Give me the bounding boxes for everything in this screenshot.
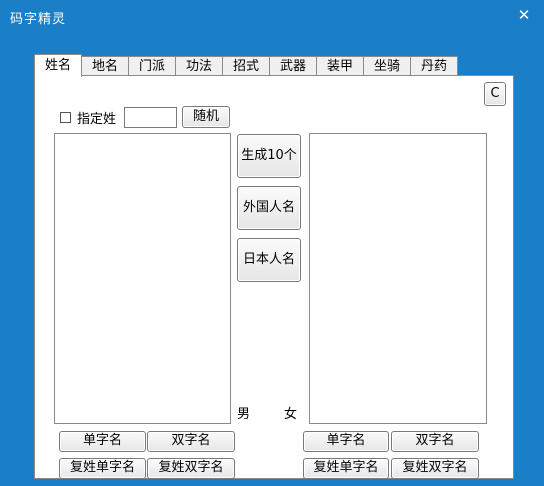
window-title: 码字精灵 (10, 12, 67, 27)
male-double-name-button[interactable]: 双字名 (147, 431, 235, 452)
tab-move[interactable]: 招式 (222, 56, 270, 77)
tab-bar: 姓名 地名 门派 功法 招式 武器 装甲 坐骑 丹药 (34, 54, 458, 77)
male-single-name-button[interactable]: 单字名 (59, 431, 146, 452)
surname-input[interactable] (124, 107, 177, 128)
tab-mount[interactable]: 坐骑 (363, 56, 411, 77)
surname-checkbox[interactable] (60, 112, 71, 123)
app-window: 码字精灵 ✕ 姓名 地名 门派 功法 招式 武器 装甲 坐骑 丹药 C 指定姓 … (0, 0, 544, 486)
tab-weapon[interactable]: 武器 (269, 56, 317, 77)
female-single-name-button[interactable]: 单字名 (303, 431, 389, 452)
foreign-name-button[interactable]: 外国人名 (237, 186, 301, 230)
tab-armor[interactable]: 装甲 (316, 56, 364, 77)
tab-sect[interactable]: 门派 (128, 56, 176, 77)
female-compound-double-button[interactable]: 复姓双字名 (391, 458, 479, 479)
title-bar[interactable]: 码字精灵 ✕ (0, 0, 544, 34)
close-icon[interactable]: ✕ (514, 5, 534, 25)
random-button[interactable]: 随机 (182, 106, 230, 128)
tab-technique[interactable]: 功法 (175, 56, 223, 77)
japanese-name-button[interactable]: 日本人名 (237, 238, 301, 282)
tab-surname[interactable]: 姓名 (34, 54, 82, 77)
c-button[interactable]: C (484, 82, 506, 106)
generate-ten-button[interactable]: 生成10个 (237, 134, 301, 178)
male-compound-double-button[interactable]: 复姓双字名 (147, 458, 235, 479)
tab-placename[interactable]: 地名 (81, 56, 129, 77)
male-label: 男 (237, 407, 251, 422)
tab-panel: C 指定姓 随机 生成10个 外国人名 日本人名 男 女 单字名 双字名 复姓单… (34, 75, 514, 479)
tab-elixir[interactable]: 丹药 (410, 56, 458, 77)
female-double-name-button[interactable]: 双字名 (391, 431, 479, 452)
male-compound-single-button[interactable]: 复姓单字名 (59, 458, 146, 479)
female-label: 女 (284, 407, 298, 422)
surname-checkbox-label: 指定姓 (77, 112, 117, 127)
female-name-list[interactable] (309, 133, 487, 424)
female-compound-single-button[interactable]: 复姓单字名 (303, 458, 389, 479)
male-name-list[interactable] (54, 133, 231, 424)
